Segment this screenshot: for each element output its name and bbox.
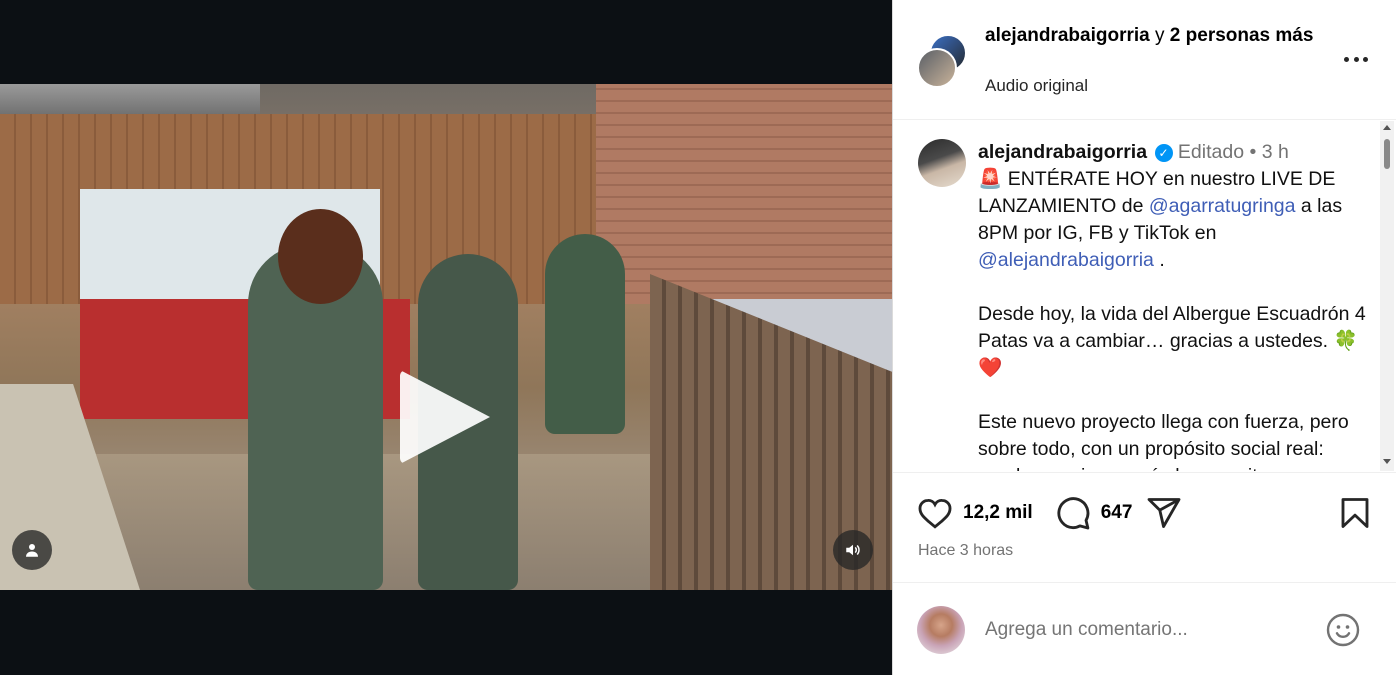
edited-label: Editado <box>1177 141 1245 163</box>
bookmark-icon[interactable] <box>1337 495 1373 531</box>
avatar <box>917 48 957 88</box>
user-tag-icon <box>26 544 38 557</box>
author-connector: y <box>1149 25 1170 46</box>
scene-person-hair <box>278 209 363 304</box>
scroll-up-arrow-icon[interactable] <box>1383 125 1391 130</box>
more-options-button[interactable] <box>1341 46 1371 72</box>
comment-input[interactable] <box>985 619 1305 641</box>
emoji-icon[interactable] <box>1325 612 1361 648</box>
share-icon[interactable] <box>1146 495 1182 531</box>
media-pane <box>0 0 892 675</box>
heart-icon[interactable] <box>917 495 953 531</box>
comment-composer <box>893 582 1396 675</box>
author-username[interactable]: alejandrabaigorria <box>985 25 1150 46</box>
comment-count: 647 <box>1100 502 1133 523</box>
play-icon[interactable] <box>400 370 490 464</box>
other-authors[interactable]: 2 personas más <box>1170 25 1314 46</box>
caption-username[interactable]: alejandrabaigorria <box>978 141 1147 163</box>
post-panel: alejandrabaigorria y 2 personas más Audi… <box>892 0 1396 675</box>
caption-text: alejandrabaigorria ✓ Editado • 3 h 🚨 ENT… <box>978 139 1368 471</box>
post-actions: 12,2 mil 647 Hace 3 horas <box>893 472 1396 582</box>
avatar <box>917 606 965 654</box>
avatar[interactable] <box>918 139 966 187</box>
scene-person-right <box>545 234 625 434</box>
mention-link[interactable]: @agarratugringa <box>1149 195 1296 217</box>
caption-line-1-end: . <box>1153 249 1165 271</box>
more-icon-dot <box>1353 56 1359 62</box>
verified-badge-icon: ✓ <box>1154 144 1173 162</box>
caption-paragraph-2-text: Desde hoy, la vida del Albergue Escuadró… <box>978 303 1366 352</box>
caption-paragraph-3: Este nuevo proyecto llega con fuerza, pe… <box>978 411 1349 471</box>
scene-brick-wall <box>596 84 892 304</box>
caption-scrollbar[interactable] <box>1380 121 1394 471</box>
comment-icon[interactable] <box>1055 495 1091 531</box>
separator-dot: • <box>1249 141 1257 163</box>
more-icon-dot <box>1363 56 1368 62</box>
collab-avatars[interactable] <box>917 34 967 88</box>
post-timestamp[interactable]: Hace 3 horas <box>918 542 1013 560</box>
audio-label[interactable]: Audio original <box>985 76 1088 96</box>
like-count[interactable]: 12,2 mil <box>963 502 1033 524</box>
user-tag-button[interactable] <box>12 530 52 570</box>
post-authors: alejandrabaigorria y 2 personas más <box>985 22 1325 49</box>
action-row: 12,2 mil 647 <box>917 495 1182 531</box>
caption-section: alejandrabaigorria ✓ Editado • 3 h 🚨 ENT… <box>893 121 1396 471</box>
video-player[interactable] <box>0 84 892 590</box>
post-header: alejandrabaigorria y 2 personas más Audi… <box>893 0 1396 120</box>
post-time: 3 h <box>1261 141 1289 163</box>
sound-toggle-button[interactable] <box>833 530 873 570</box>
speaker-icon <box>846 544 860 556</box>
mention-link[interactable]: @alejandrabaigorria <box>978 249 1154 271</box>
scroll-down-arrow-icon[interactable] <box>1383 459 1391 464</box>
alert-emoji: 🚨 <box>978 168 1003 190</box>
more-icon <box>1344 56 1349 62</box>
caption-paragraph-2: Desde hoy, la vida del Albergue Escuadró… <box>978 301 1368 382</box>
scroll-thumb[interactable] <box>1384 139 1390 169</box>
